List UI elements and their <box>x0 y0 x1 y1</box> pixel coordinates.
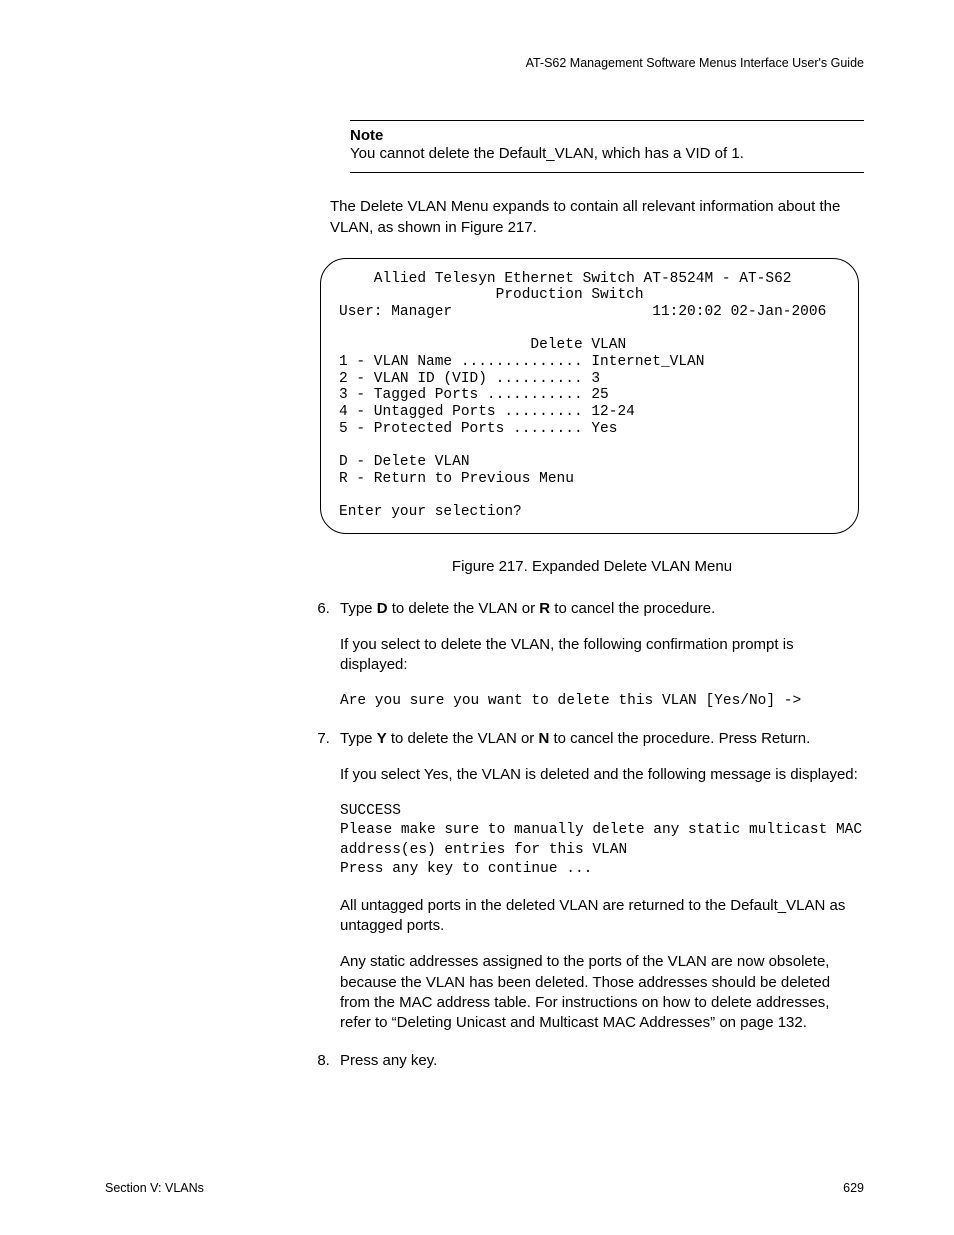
page: AT-S62 Management Software Menus Interfa… <box>0 0 954 1235</box>
key-n: N <box>538 730 549 747</box>
step-8-main: Press any key. <box>340 1051 864 1071</box>
step-7-sub1: If you select Yes, the VLAN is deleted a… <box>340 765 864 785</box>
text: Type <box>340 600 377 617</box>
text: to cancel the procedure. Press Return. <box>549 730 810 747</box>
footer-section: Section V: VLANs <box>105 1181 204 1195</box>
step-6-main: Type D to delete the VLAN or R to cancel… <box>340 599 864 619</box>
key-d: D <box>377 600 388 617</box>
step-7-sub3: Any static addresses assigned to the por… <box>340 952 864 1033</box>
step-7-sub2: All untagged ports in the deleted VLAN a… <box>340 896 864 937</box>
step-8: Press any key. <box>334 1051 864 1071</box>
figure-caption: Figure 217. Expanded Delete VLAN Menu <box>320 558 864 575</box>
header-guide: AT-S62 Management Software Menus Interfa… <box>105 56 864 70</box>
terminal-screen: Allied Telesyn Ethernet Switch AT-8524M … <box>320 258 859 534</box>
step-6-code: Are you sure you want to delete this VLA… <box>340 692 864 712</box>
step-6-sub1: If you select to delete the VLAN, the fo… <box>340 635 864 676</box>
footer-page-number: 629 <box>843 1181 864 1195</box>
text: to cancel the procedure. <box>550 600 715 617</box>
text: Type <box>340 730 377 747</box>
page-footer: Section V: VLANs 629 <box>105 1181 864 1195</box>
step-7-main: Type Y to delete the VLAN or N to cancel… <box>340 729 864 749</box>
text: to delete the VLAN or <box>388 600 540 617</box>
note-block: Note You cannot delete the Default_VLAN,… <box>350 120 864 173</box>
key-r: R <box>539 600 550 617</box>
steps-list: Type D to delete the VLAN or R to cancel… <box>302 599 864 1072</box>
step-6: Type D to delete the VLAN or R to cancel… <box>334 599 864 711</box>
key-y: Y <box>377 730 387 747</box>
step-7: Type Y to delete the VLAN or N to cancel… <box>334 729 864 1033</box>
note-body: You cannot delete the Default_VLAN, whic… <box>350 144 864 164</box>
note-title: Note <box>350 127 864 144</box>
intro-paragraph: The Delete VLAN Menu expands to contain … <box>330 197 864 238</box>
text: to delete the VLAN or <box>387 730 539 747</box>
step-7-code: SUCCESS Please make sure to manually del… <box>340 802 864 880</box>
